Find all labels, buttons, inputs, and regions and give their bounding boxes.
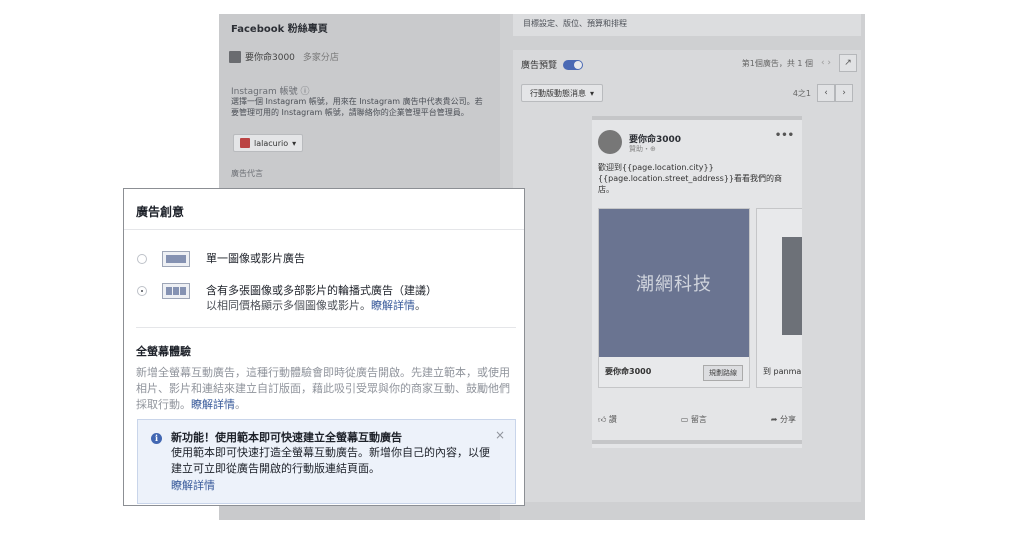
radio-single[interactable] [137, 254, 147, 264]
placement-label: 行動版動態消息 [530, 88, 586, 98]
like-button[interactable]: 👍︎ 讚 [598, 414, 617, 425]
ad-creative-dialog: 廣告創意 單一圖像或影片廣告 含有多張圖像或多部影片的輪播式廣告（建議） 以相同… [123, 188, 525, 506]
external-link-icon[interactable]: ↗ [839, 54, 857, 72]
share-icon: ➦ [770, 415, 780, 424]
card-headline: 要你命3000 [605, 367, 652, 376]
chevron-down-icon: ▾ [292, 138, 297, 148]
carousel-label: 含有多張圖像或多部影片的輪播式廣告（建議） [206, 284, 437, 297]
new-feature-notice: i 新功能！使用範本即可快速建立全螢幕互動廣告 使用範本即可快速打造全螢幕互動廣… [137, 419, 516, 504]
notice-body: 使用範本即可快速打造全螢幕互動廣告。新增你自己的內容，以便建立可立即從廣告開啟的… [171, 446, 490, 475]
carousel-image: 潮網科技 [599, 209, 749, 357]
carousel-card: 潮網科技 要你命3000 規劃路線 [598, 208, 750, 388]
carousel-card: 到 panma [756, 208, 802, 388]
carousel-icon [162, 283, 190, 299]
single-image-label: 單一圖像或影片廣告 [206, 252, 305, 265]
single-image-option[interactable]: 單一圖像或影片廣告 [137, 251, 305, 267]
fullscreen-description: 新增全螢幕互動廣告，這種行動體驗會即時從廣告開啟。先建立範本，或使用相片、影片和… [136, 366, 510, 411]
next-arrow-icon[interactable]: › [835, 84, 853, 102]
preview-label: 廣告預覽 [521, 61, 558, 71]
targeting-section[interactable]: 目標設定、版位、預算和排程 [513, 14, 861, 36]
post-text: 歡迎到{{page.location.city}} {{page.locatio… [598, 163, 782, 194]
info-icon: i [151, 433, 162, 444]
learn-more-link[interactable]: 瞭解詳情 [371, 299, 415, 312]
carousel-image [782, 237, 802, 335]
carousel-label-group: 含有多張圖像或多部影片的輪播式廣告（建議） 以相同價格顯示多個圖像或影片。瞭解詳… [206, 283, 437, 313]
placement-select[interactable]: 行動版動態消息 ▾ [521, 84, 604, 102]
chevron-down-icon: ▾ [590, 88, 595, 98]
radio-carousel[interactable] [137, 286, 147, 296]
post-bottom-bar [592, 440, 802, 444]
facebook-page-label: Facebook 粉絲專頁 [231, 24, 328, 35]
thumbs-up-icon: 👍︎ [598, 415, 609, 424]
prev-arrow-icon[interactable]: ‹ [817, 84, 835, 102]
preview-toggle-row: 廣告預覽 [521, 58, 584, 71]
page-icon [229, 50, 241, 63]
share-button[interactable]: ➦ 分享 [771, 414, 796, 425]
ad-code-label: 廣告代言 [231, 169, 263, 178]
right-column: 目標設定、版位、預算和排程 廣告預覽 第1個廣告，共 1 個 ‹ › ↗ 行動版… [503, 14, 861, 520]
close-icon[interactable]: × [495, 428, 505, 442]
comment-button[interactable]: ▭ 留言 [681, 414, 707, 425]
post-top-bar [592, 116, 802, 120]
more-options-icon[interactable]: ••• [775, 130, 794, 141]
preview-toggle[interactable] [563, 59, 584, 70]
carousel-option[interactable]: 含有多張圖像或多部影片的輪播式廣告（建議） 以相同價格顯示多個圖像或影片。瞭解詳… [137, 283, 437, 313]
card-headline: 到 panma [763, 367, 802, 376]
instagram-avatar [240, 138, 250, 148]
sponsored-label: 贊助・⊕ [629, 145, 656, 153]
page-selector[interactable]: 要你命3000 多家分店 [229, 50, 339, 63]
card-cta-button[interactable]: 規劃路線 [703, 365, 743, 381]
post-actions: 👍︎ 讚 ▭ 留言 ➦ 分享 [598, 414, 796, 425]
divider [136, 327, 516, 328]
page-sub: 多家分店 [302, 53, 339, 63]
fullscreen-learn-more-link[interactable]: 瞭解詳情 [191, 398, 235, 411]
instagram-description: 選擇一個 Instagram 帳號，用來在 Instagram 廣告中代表貴公司… [231, 97, 483, 117]
page-indicator: 4之1 [792, 89, 811, 98]
pager-buttons: ‹ › [817, 84, 853, 102]
preview-nav-arrows[interactable]: ‹ › [821, 58, 831, 68]
comment-icon: ▭ [680, 415, 691, 424]
carousel-sub: 以相同價格顯示多個圖像或影片。瞭解詳情。 [206, 299, 426, 312]
page-name: 要你命3000 [245, 53, 295, 63]
ad-preview-panel: 廣告預覽 第1個廣告，共 1 個 ‹ › ↗ 行動版動態消息 ▾ 4之1 ‹ ›… [513, 50, 861, 502]
preview-count: 第1個廣告，共 1 個 [741, 59, 813, 68]
ad-post-preview: 要你命3000 贊助・⊕ ••• 歡迎到{{page.location.city… [592, 116, 802, 448]
notice-learn-more-link[interactable]: 瞭解詳情 [171, 477, 215, 493]
fullscreen-title: 全螢幕體驗 [136, 345, 191, 358]
poster-avatar [598, 130, 622, 154]
divider [124, 229, 524, 230]
instagram-account-name: lalacurio [254, 138, 289, 148]
dialog-title: 廣告創意 [136, 205, 185, 219]
single-image-icon [162, 251, 190, 267]
instagram-account-select[interactable]: lalacurio ▾ [233, 134, 304, 152]
notice-title: 新功能！使用範本即可快速建立全螢幕互動廣告 [171, 431, 402, 444]
